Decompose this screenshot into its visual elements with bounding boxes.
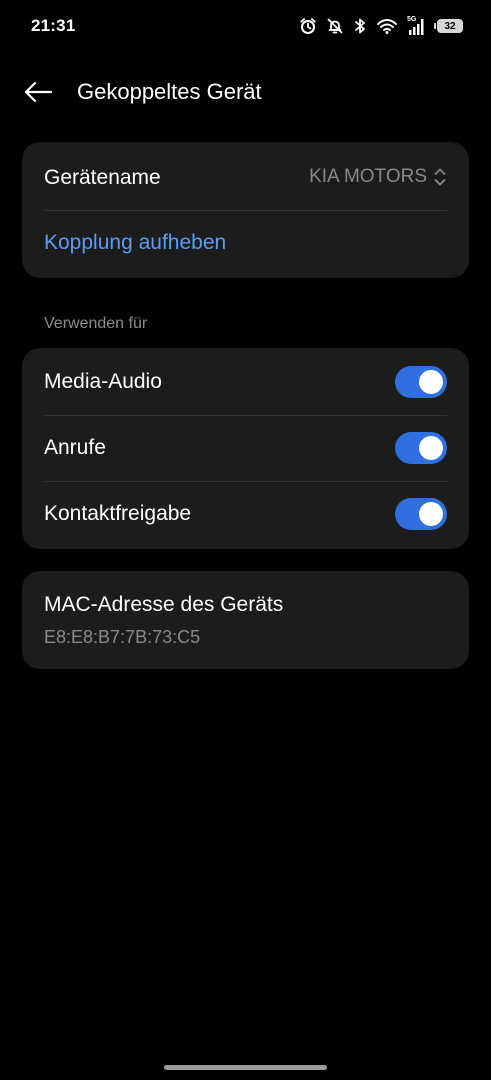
toggle-knob	[419, 436, 443, 460]
unpair-button[interactable]: Kopplung aufheben	[44, 231, 226, 255]
calls-toggle[interactable]	[395, 432, 447, 464]
home-indicator[interactable]	[164, 1065, 327, 1070]
bluetooth-icon	[353, 17, 367, 35]
profile-row-contact-sharing: Kontaktfreigabe	[22, 481, 469, 549]
toggle-knob	[419, 502, 443, 526]
device-name-label: Gerätename	[44, 166, 161, 189]
app-header: Gekoppeltes Gerät	[0, 66, 491, 118]
battery-icon: 32	[434, 19, 463, 33]
divider	[44, 210, 447, 211]
device-name-value: KIA MOTORS	[309, 166, 427, 187]
contact-sharing-toggle[interactable]	[395, 498, 447, 530]
use-for-card: Media-Audio Anrufe Kontaktfreigabe	[22, 348, 469, 549]
media-audio-toggle[interactable]	[395, 366, 447, 398]
device-name-selector[interactable]: KIA MOTORS	[309, 166, 447, 188]
mac-address-card: MAC-Adresse des Geräts E8:E8:B7:7B:73:C5	[22, 571, 469, 669]
profile-label: Kontaktfreigabe	[44, 502, 192, 525]
profile-row-media-audio: Media-Audio	[22, 348, 469, 415]
mute-bell-icon	[326, 17, 344, 35]
battery-level: 32	[444, 20, 456, 32]
device-card: Gerätename KIA MOTORS Kopplung aufheben	[22, 142, 469, 278]
wifi-icon	[376, 17, 398, 35]
back-button[interactable]	[18, 74, 58, 110]
mac-address-title: MAC-Adresse des Geräts	[44, 593, 284, 616]
status-time: 21:31	[31, 16, 76, 35]
status-icons: 5G 32	[290, 15, 463, 37]
status-bar: 21:31 5G 32	[0, 0, 491, 52]
profile-label: Media-Audio	[44, 370, 162, 393]
profile-label: Anrufe	[44, 436, 106, 459]
page-title: Gekoppeltes Gerät	[77, 79, 262, 104]
toggle-knob	[419, 370, 443, 394]
device-name-row[interactable]: Gerätename KIA MOTORS	[22, 142, 469, 210]
back-arrow-icon	[24, 81, 53, 103]
mac-address-value: E8:E8:B7:7B:73:C5	[44, 627, 201, 647]
profile-row-calls: Anrufe	[22, 415, 469, 481]
section-label-use-for: Verwenden für	[44, 315, 148, 332]
signal-5g-icon: 5G	[407, 16, 427, 36]
alarm-icon	[299, 17, 317, 35]
up-down-chevron-icon	[433, 166, 447, 188]
